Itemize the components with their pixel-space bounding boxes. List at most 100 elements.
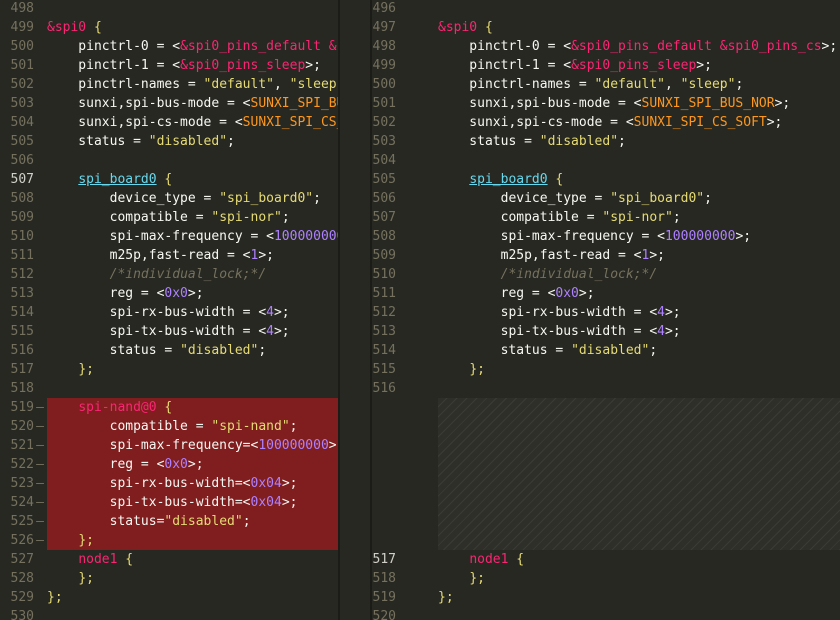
code-line[interactable]: 515 }; — [372, 360, 840, 379]
code-line[interactable]: 500 pinctrl-names = "default", "sleep"; — [372, 75, 840, 94]
code-line[interactable]: 496 — [372, 0, 840, 18]
code-line[interactable]: 506 — [0, 151, 338, 170]
code-line[interactable]: 509 m25p,fast-read = <1>; — [372, 246, 840, 265]
code-line[interactable]: 510 /*individual_lock;*/ — [372, 265, 840, 284]
right-editor-pane[interactable]: 496 497 &spi0 {498 pinctrl-0 = <&spi0_pins… — [372, 0, 840, 620]
code-line[interactable]: 516 status = "disabled"; — [0, 341, 338, 360]
code-token: spi-nand@0 — [78, 400, 157, 415]
code-line[interactable]: 527 node1 { — [0, 550, 338, 569]
code-line[interactable]: 520— compatible = "spi-nand"; — [0, 417, 338, 436]
code-line[interactable]: 513 reg = <0x0>; — [0, 284, 338, 303]
code-line[interactable]: 529}; — [0, 588, 338, 607]
code-line[interactable]: 507 compatible = "spi-nor"; — [372, 208, 840, 227]
code-line[interactable]: 528 }; — [0, 569, 338, 588]
code-line[interactable]: 518 }; — [372, 569, 840, 588]
code-line[interactable]: 499 pinctrl-1 = <&spi0_pins_sleep>; — [372, 56, 840, 75]
code-line[interactable]: 517 }; — [0, 360, 338, 379]
code-line[interactable]: 508 device_type = "spi_board0"; — [0, 189, 338, 208]
code-line[interactable]: 499 &spi0 { — [0, 18, 338, 37]
code-line[interactable]: 505 spi_board0 { — [372, 170, 840, 189]
separator-line-left — [338, 0, 340, 620]
code-line[interactable]: 524— spi-tx-bus-width=<0x04>; — [0, 493, 338, 512]
code-line[interactable]: 519}; — [372, 588, 840, 607]
code-line[interactable]: 498 pinctrl-0 = <&spi0_pins_default &spi… — [372, 37, 840, 56]
code-token: >; — [664, 305, 681, 320]
code-line[interactable]: 502 pinctrl-names = "default", "sleep"; — [0, 75, 338, 94]
code-text: spi-rx-bus-width=<0x04>; — [47, 474, 298, 493]
code-token: >; — [578, 286, 595, 301]
line-number: 514 — [372, 343, 396, 358]
code-line[interactable]: 505 status = "disabled"; — [0, 132, 338, 151]
left-editor-pane[interactable]: 498 499 &spi0 {500 pinctrl-0 = <&spi0_pins… — [0, 0, 338, 620]
code-line[interactable]: 501 sunxi,spi-bus-mode = <SUNXI_SPI_BUS_… — [372, 94, 840, 113]
code-text: }; — [438, 569, 485, 588]
code-line[interactable]: 511 reg = <0x0>; — [372, 284, 840, 303]
code-line[interactable]: 497 &spi0 { — [372, 18, 840, 37]
code-line[interactable]: 515 spi-tx-bus-width = <4>; — [0, 322, 338, 341]
code-text: }; — [47, 360, 94, 379]
code-line[interactable]: 508 spi-max-frequency = <100000000>; — [372, 227, 840, 246]
code-token: { — [484, 20, 493, 35]
code-token: >; — [187, 457, 204, 472]
code-token: >; — [273, 305, 290, 320]
code-token: 4 — [657, 324, 665, 339]
code-line[interactable]: 498 — [0, 0, 338, 18]
line-number: 502 — [372, 115, 396, 130]
code-token: spi_board0 — [469, 172, 548, 187]
code-line[interactable]: 514 status = "disabled"; — [372, 341, 840, 360]
code-line[interactable]: 501 pinctrl-1 = <&spi0_pins_sleep>; — [0, 56, 338, 75]
code-token: >; — [649, 248, 665, 263]
code-text: }; — [47, 531, 94, 550]
code-line[interactable]: 522— reg = <0x0>; — [0, 455, 338, 474]
line-number: 528 — [10, 571, 34, 586]
code-text: pinctrl-1 = <&spi0_pins_sleep>; — [47, 56, 321, 75]
code-line[interactable]: 518 — [0, 379, 338, 398]
code-token: ; — [649, 343, 658, 358]
code-line[interactable]: 502 sunxi,spi-cs-mode = <SUNXI_SPI_CS_SO… — [372, 113, 840, 132]
code-token: "sleep" — [680, 77, 736, 92]
code-line[interactable]: 523— spi-rx-bus-width=<0x04>; — [0, 474, 338, 493]
code-line[interactable]: 504 — [372, 151, 840, 170]
code-line[interactable]: 513 spi-tx-bus-width = <4>; — [372, 322, 840, 341]
deleted-line-marker: — — [36, 514, 44, 529]
code-text: status = "disabled"; — [47, 132, 235, 151]
code-line[interactable]: 519— spi-nand@0 { — [0, 398, 338, 417]
code-line[interactable]: 517 node1 { — [372, 550, 840, 569]
line-number: 512 — [10, 267, 34, 282]
code-token: { — [164, 172, 173, 187]
line-number: 504 — [372, 153, 396, 168]
code-line[interactable]: 506 device_type = "spi_board0"; — [372, 189, 840, 208]
code-line[interactable]: 530 — [0, 607, 338, 620]
code-line[interactable]: 503 status = "disabled"; — [372, 132, 840, 151]
code-line[interactable]: 510 spi-max-frequency = <100000000>; — [0, 227, 338, 246]
code-text: spi-tx-bus-width = <4>; — [47, 322, 290, 341]
code-token: 0x0 — [555, 286, 579, 301]
code-line[interactable]: 512 /*individual_lock;*/ — [0, 265, 338, 284]
code-line[interactable]: 512 spi-rx-bus-width = <4>; — [372, 303, 840, 322]
code-line[interactable]: 507 spi_board0 { — [0, 170, 338, 189]
code-line[interactable]: 500 pinctrl-0 = <&spi0_pins_default &spi… — [0, 37, 338, 56]
code-token: node1 — [78, 552, 118, 567]
code-line[interactable]: 521— spi-max-frequency=<100000000>; — [0, 436, 338, 455]
code-token: }; — [78, 571, 94, 586]
code-line[interactable]: 516 — [372, 379, 840, 398]
code-line[interactable]: 503 sunxi,spi-bus-mode = <SUNXI_SPI_BUS_… — [0, 94, 338, 113]
code-text: spi_board0 { — [438, 170, 563, 189]
line-number: 527 — [10, 552, 34, 567]
code-line[interactable]: 511 m25p,fast-read = <1>; — [0, 246, 338, 265]
code-line[interactable]: 525— status="disabled"; — [0, 512, 338, 531]
code-token: }; — [78, 533, 94, 548]
code-line[interactable]: 520 — [372, 607, 840, 620]
code-text: spi-rx-bus-width = <4>; — [438, 303, 681, 322]
code-line[interactable]: 509 compatible = "spi-nor"; — [0, 208, 338, 227]
code-line[interactable]: 526— }; — [0, 531, 338, 550]
code-token: ; — [618, 134, 626, 149]
code-line[interactable]: 504 sunxi,spi-cs-mode = <SUNXI_SPI_CS_SO… — [0, 113, 338, 132]
code-text: node1 { — [438, 550, 524, 569]
code-line[interactable]: 514 spi-rx-bus-width = <4>; — [0, 303, 338, 322]
code-token: , — [665, 77, 681, 92]
code-token: >; — [258, 248, 274, 263]
code-text: node1 { — [47, 550, 133, 569]
